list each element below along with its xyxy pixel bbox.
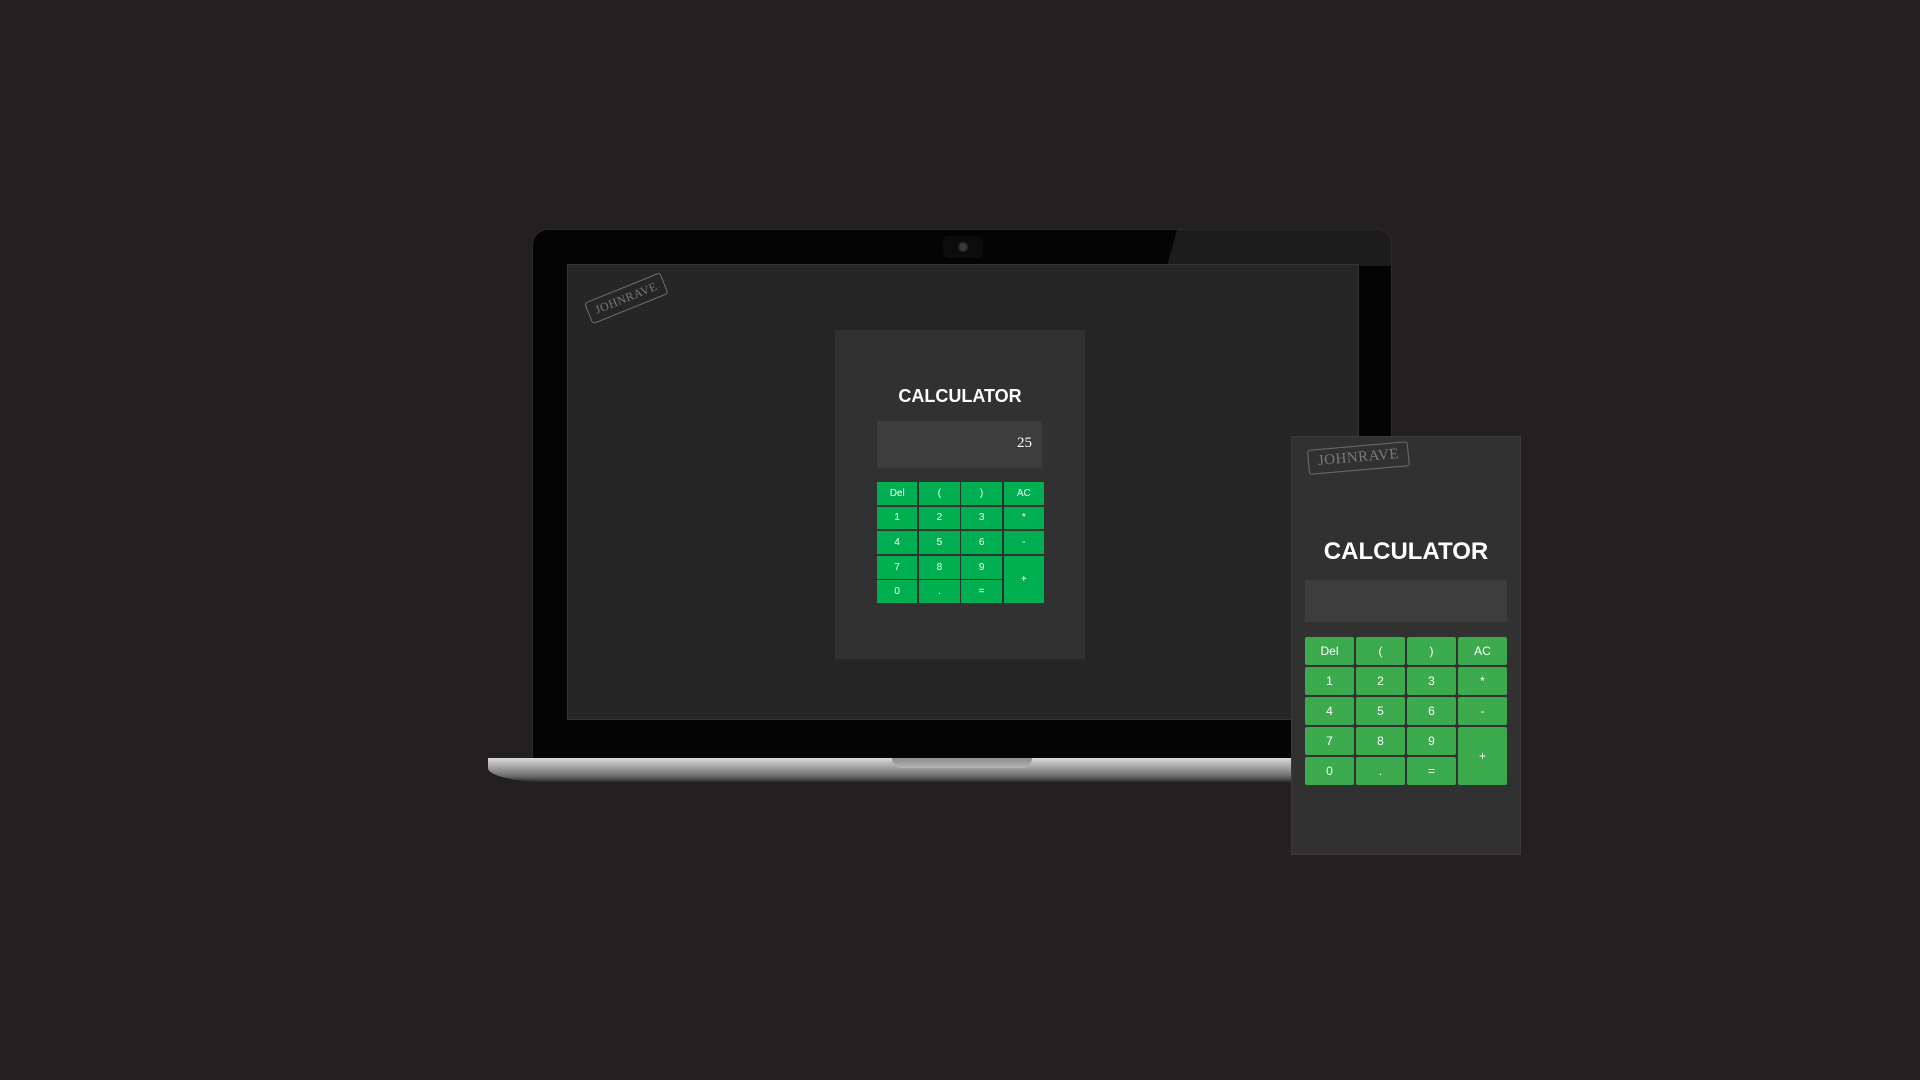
digit-2-button[interactable]: 2 <box>1356 667 1405 695</box>
digit-8-button[interactable]: 8 <box>919 555 960 579</box>
calculator-display[interactable] <box>1305 580 1507 622</box>
digit-3-button[interactable]: 3 <box>1407 667 1456 695</box>
ac-button[interactable]: AC <box>1003 482 1044 505</box>
digit-1-button[interactable]: 1 <box>877 506 918 530</box>
calculator-title: CALCULATOR <box>898 386 1022 406</box>
calculator-display[interactable]: 25 <box>877 421 1042 468</box>
del-button[interactable]: Del <box>1305 637 1354 665</box>
plus-button[interactable]: + <box>1003 555 1044 604</box>
digit-9-button[interactable]: 9 <box>961 555 1002 579</box>
calculator-title: CALCULATOR <box>1323 538 1489 565</box>
equals-button[interactable]: = <box>961 580 1002 604</box>
close-paren-button[interactable]: ) <box>1407 637 1456 665</box>
keypad: Del() AC 1 2 3 * 4 5 6- 7 8 9 +0. = <box>1305 637 1507 785</box>
digit-5-button[interactable]: 5 <box>1356 697 1405 725</box>
keypad: Del() AC 1 2 3 * 4 5 6- 7 8 9 +0. = <box>877 482 1044 604</box>
webcam-icon <box>958 242 968 252</box>
close-paren-button[interactable]: ) <box>961 482 1002 505</box>
minus-button[interactable]: - <box>1003 531 1044 554</box>
decimal-button[interactable]: . <box>1356 757 1405 785</box>
digit-3-button[interactable]: 3 <box>961 506 1002 530</box>
digit-4-button[interactable]: 4 <box>1305 697 1354 725</box>
ac-button[interactable]: AC <box>1458 637 1507 665</box>
digit-0-button[interactable]: 0 <box>1305 757 1354 785</box>
digit-7-button[interactable]: 7 <box>1305 727 1354 755</box>
webcam-housing <box>943 236 983 258</box>
digit-0-button[interactable]: 0 <box>877 580 918 604</box>
laptop-notch <box>892 758 1032 768</box>
decimal-button[interactable]: . <box>919 580 960 604</box>
desktop-calculator: CALCULATOR 25 Del() AC 1 2 3 * 4 5 6- 7 8 9 +0. = <box>835 330 1085 659</box>
lid-reflection <box>1167 230 1391 266</box>
digit-1-button[interactable]: 1 <box>1305 667 1354 695</box>
digit-5-button[interactable]: 5 <box>919 531 960 554</box>
multiply-button[interactable]: * <box>1003 506 1044 530</box>
minus-button[interactable]: - <box>1458 697 1507 725</box>
plus-button[interactable]: + <box>1458 727 1507 785</box>
digit-2-button[interactable]: 2 <box>919 506 960 530</box>
equals-button[interactable]: = <box>1407 757 1456 785</box>
multiply-button[interactable]: * <box>1458 667 1507 695</box>
digit-8-button[interactable]: 8 <box>1356 727 1405 755</box>
watermark-stamp-mobile: JOHNRAVE <box>1307 441 1411 475</box>
open-paren-button[interactable]: ( <box>919 482 960 505</box>
mobile-calculator: JOHNRAVE CALCULATOR Del() AC 1 2 3 * 4 5 6- 7 8 9 +0… <box>1292 437 1520 854</box>
digit-6-button[interactable]: 6 <box>961 531 1002 554</box>
open-paren-button[interactable]: ( <box>1356 637 1405 665</box>
digit-6-button[interactable]: 6 <box>1407 697 1456 725</box>
del-button[interactable]: Del <box>877 482 918 505</box>
digit-9-button[interactable]: 9 <box>1407 727 1456 755</box>
digit-4-button[interactable]: 4 <box>877 531 918 554</box>
digit-7-button[interactable]: 7 <box>877 555 918 579</box>
mockup-stage: JOHNRAVE CALCULATOR 25 Del() AC 1 2 3 * 4 5 6-7 8… <box>0 0 1920 1080</box>
